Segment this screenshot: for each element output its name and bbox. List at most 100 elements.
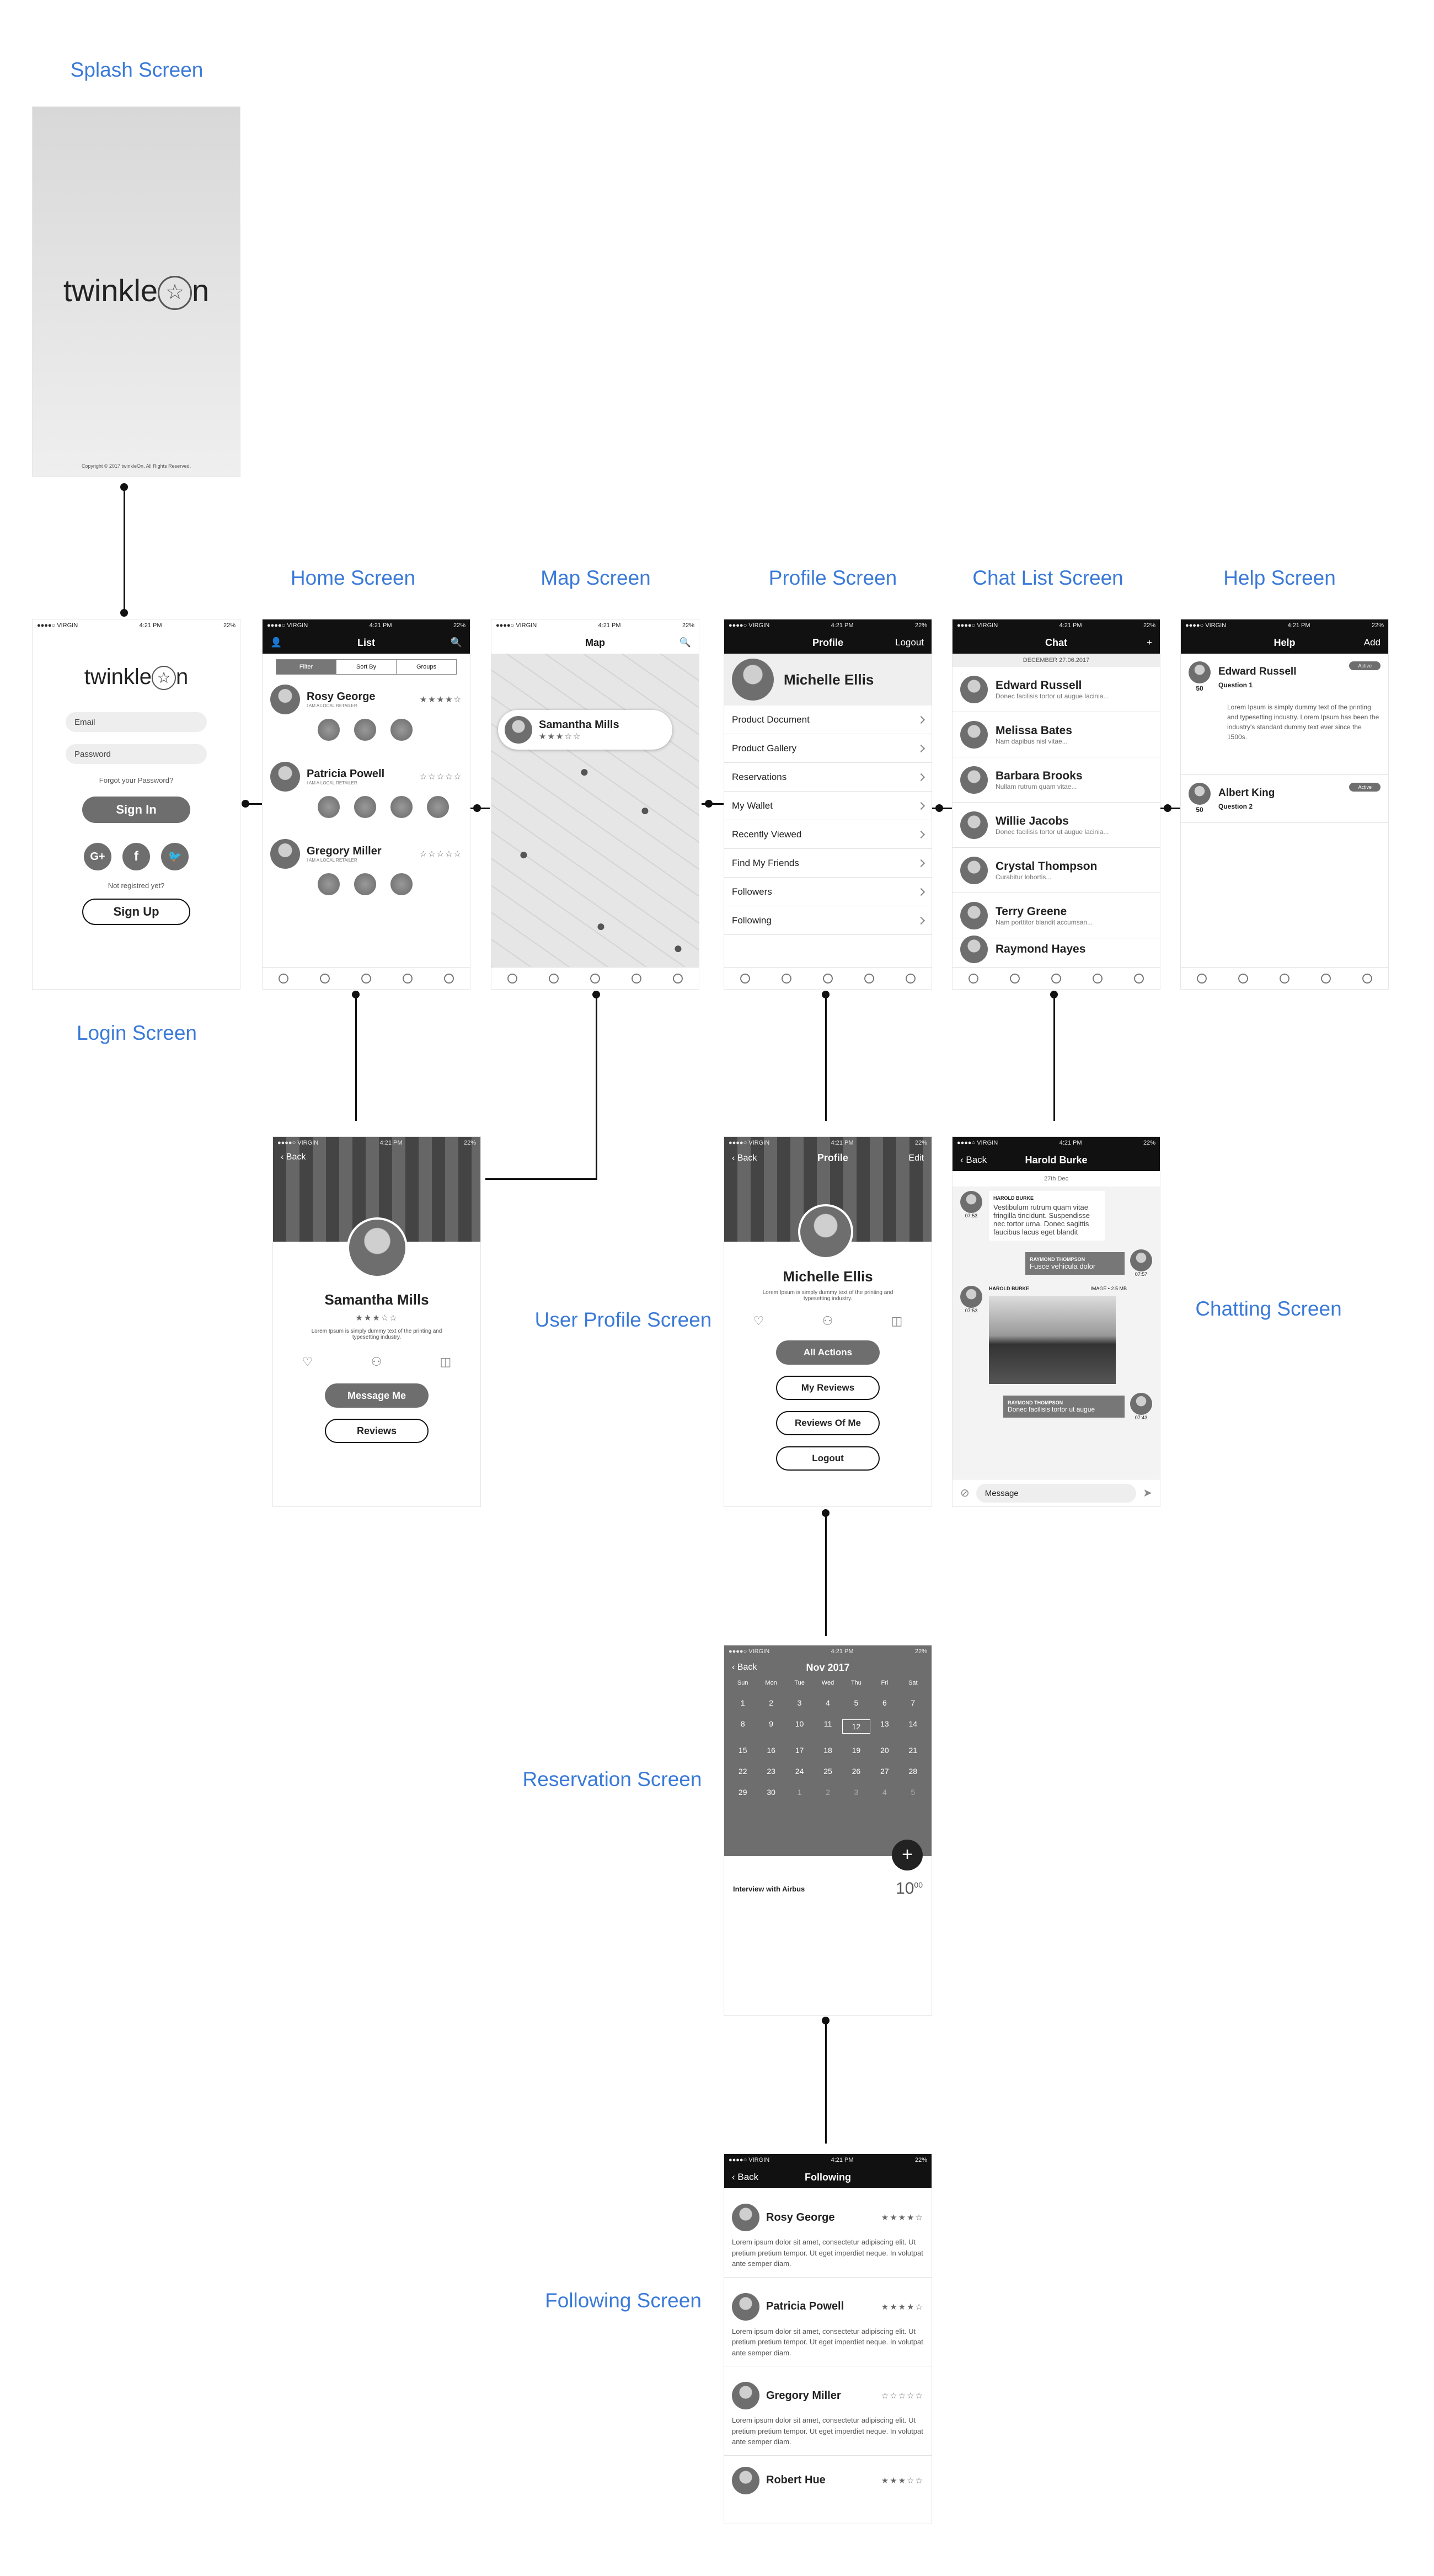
calendar-day[interactable]: 13 [870, 1719, 898, 1734]
calendar-day[interactable]: 24 [785, 1767, 814, 1776]
menu-item[interactable]: Followers [724, 878, 932, 906]
chat-row[interactable]: Terry Greene Nam porttitor blandit accums… [953, 893, 1160, 938]
shared-photo[interactable] [989, 1296, 1116, 1384]
calendar-day[interactable]: 17 [785, 1746, 814, 1755]
calendar-day[interactable]: 28 [899, 1767, 927, 1776]
calendar-day[interactable]: 30 [757, 1788, 785, 1797]
message-input[interactable]: Message [976, 1483, 1137, 1503]
chat-row[interactable]: Willie Jacobs Donec facilisis tortor ut a… [953, 803, 1160, 848]
reviews-button[interactable]: Reviews [325, 1419, 429, 1443]
map-pin-icon[interactable]: ● [673, 939, 683, 957]
tab-bar[interactable] [491, 967, 699, 989]
calendar-day[interactable]: 20 [870, 1746, 898, 1755]
calendar-day[interactable]: 23 [757, 1767, 785, 1776]
map-pin-icon[interactable]: ● [640, 801, 650, 819]
password-field[interactable]: Password [66, 744, 207, 765]
chat-row[interactable]: Crystal Thompson Curabitur lobortis... [953, 848, 1160, 893]
calendar-day[interactable]: 12 [842, 1719, 871, 1734]
search-icon[interactable]: 🔍 [679, 637, 691, 648]
calendar-day[interactable]: 26 [842, 1767, 870, 1776]
calendar-day[interactable]: 19 [842, 1746, 870, 1755]
user-icon[interactable]: ⚇ [822, 1314, 833, 1328]
calendar-day[interactable]: 3 [785, 1698, 814, 1707]
following-item[interactable]: Patricia Powell ★★★★☆ Lorem ipsum dolor s… [724, 2278, 932, 2366]
calendar-day[interactable]: 4 [814, 1698, 842, 1707]
reviews-of-me-button[interactable]: Reviews Of Me [776, 1411, 880, 1435]
chat-row[interactable]: Raymond Hayes [953, 936, 1160, 963]
calendar-day[interactable]: 15 [729, 1746, 757, 1755]
calendar-day[interactable]: 9 [757, 1719, 785, 1734]
following-item[interactable]: Robert Hue ★★★☆☆ [724, 2456, 932, 2505]
add-link[interactable]: Add [1364, 637, 1381, 648]
calendar-day[interactable]: 5 [899, 1788, 927, 1797]
chat-row[interactable]: Edward Russell Donec facilisis tortor ut … [953, 667, 1160, 712]
email-field[interactable]: Email [66, 712, 207, 733]
calendar-day[interactable]: 4 [870, 1788, 898, 1797]
tab-filter[interactable]: Filter [276, 660, 336, 674]
calendar-grid[interactable]: Sun Mon Tue Wed Thu Fri Sat 1 2 3 4 5 6 7 8 9 10 11 12 13 14… [724, 1677, 932, 1799]
sign-up-button[interactable]: Sign Up [82, 899, 190, 926]
heart-icon[interactable]: ♡ [302, 1355, 313, 1369]
help-entry[interactable]: 50 Edward Russell Question 1 Active Lorem… [1181, 654, 1388, 775]
logout-button[interactable]: Logout [776, 1446, 880, 1471]
calendar-day[interactable]: 1 [785, 1788, 814, 1797]
event-row[interactable]: Interview with Airbus 1000 [733, 1879, 923, 1898]
message-image[interactable]: 07:53 HAROLD BURKE IMAGE • 2.5 MB [953, 1281, 1160, 1388]
menu-item[interactable]: Reservations [724, 763, 932, 792]
calendar-day[interactable]: 8 [729, 1719, 757, 1734]
back-button[interactable]: ‹ Back [273, 1149, 480, 1166]
following-item[interactable]: Rosy George ★★★★☆ Lorem ipsum dolor sit a… [724, 2188, 932, 2278]
add-event-button[interactable]: + [892, 1840, 923, 1870]
menu-item[interactable]: Following [724, 906, 932, 935]
search-icon[interactable]: 🔍 [451, 637, 462, 648]
google-icon[interactable]: G+ [84, 843, 111, 871]
list-item[interactable]: Gregory Miller I AM A LOCAL RETAILER ☆☆☆☆☆ [263, 822, 470, 900]
calendar-day[interactable]: 7 [899, 1698, 927, 1707]
heart-icon[interactable]: ♡ [753, 1314, 764, 1328]
calendar-day[interactable]: 1 [729, 1698, 757, 1707]
following-item[interactable]: Gregory Miller ☆☆☆☆☆ Lorem ipsum dolor si… [724, 2366, 932, 2456]
back-button[interactable]: ‹ Back [960, 1155, 987, 1166]
help-entry[interactable]: 50 Albert King Question 2 Active [1181, 775, 1388, 823]
tab-bar[interactable] [1181, 967, 1388, 989]
calendar-day[interactable]: 16 [757, 1746, 785, 1755]
sign-in-button[interactable]: Sign In [82, 797, 190, 824]
calendar-day[interactable]: 5 [842, 1698, 870, 1707]
back-button[interactable]: ‹ Back [732, 2172, 758, 2183]
calendar-day[interactable]: 27 [870, 1767, 898, 1776]
menu-item[interactable]: Recently Viewed [724, 820, 932, 849]
tab-sort-by[interactable]: Sort By [336, 660, 396, 674]
calendar-day[interactable]: 3 [842, 1788, 870, 1797]
calendar-day[interactable]: 2 [757, 1698, 785, 1707]
user-icon[interactable]: ⚇ [371, 1355, 382, 1369]
map-pin-icon[interactable]: ● [580, 763, 589, 781]
calendar-day[interactable]: 29 [729, 1788, 757, 1797]
calendar-day[interactable]: 6 [870, 1698, 898, 1707]
tab-bar[interactable] [263, 967, 470, 989]
calendar-day[interactable]: 25 [814, 1767, 842, 1776]
logout-link[interactable]: Logout [895, 637, 924, 648]
chat-row[interactable]: Barbara Brooks Nullam rutrum quam vitae..… [953, 757, 1160, 803]
tab-bar[interactable] [953, 967, 1160, 989]
calendar-day[interactable]: 14 [899, 1719, 927, 1734]
back-button[interactable]: ‹ Back [732, 1663, 757, 1672]
message-me-button[interactable]: Message Me [325, 1383, 429, 1408]
menu-item[interactable]: My Wallet [724, 792, 932, 820]
camera-icon[interactable]: ◫ [891, 1314, 903, 1328]
tab-groups[interactable]: Groups [396, 660, 456, 674]
map-pin-icon[interactable]: ● [519, 846, 528, 863]
menu-item[interactable]: Find My Friends [724, 849, 932, 878]
send-icon[interactable]: ➤ [1143, 1486, 1152, 1500]
calendar-day[interactable]: 18 [814, 1746, 842, 1755]
camera-icon[interactable]: ◫ [440, 1355, 452, 1369]
map-callout-card[interactable]: Samantha Mills ★★★☆☆ [498, 710, 672, 750]
calendar-day[interactable]: 11 [814, 1719, 842, 1734]
map-pin-icon[interactable]: ● [596, 917, 606, 935]
facebook-icon[interactable]: f [122, 843, 150, 871]
menu-item[interactable]: Product Document [724, 706, 932, 734]
chat-row[interactable]: Melissa Bates Nam dapibus nisl vitae... [953, 712, 1160, 757]
twitter-icon[interactable]: 🐦 [161, 843, 189, 871]
all-actions-button[interactable]: All Actions [776, 1340, 880, 1365]
map-view[interactable] [491, 654, 699, 967]
edit-button[interactable]: Edit [908, 1153, 924, 1163]
